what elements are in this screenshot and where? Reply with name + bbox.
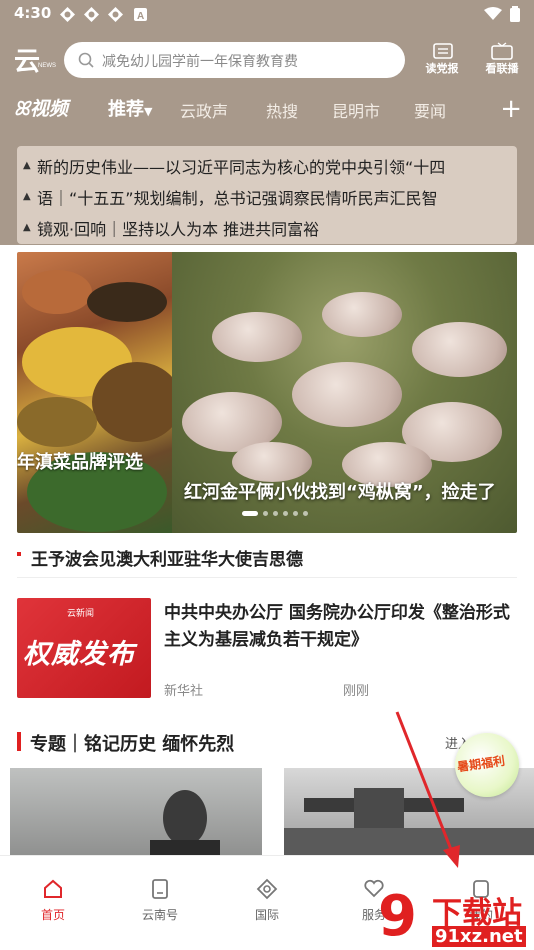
newspaper-icon xyxy=(433,43,453,59)
news-title: 王予波会见澳大利亚驻华大使吉思德 xyxy=(31,550,303,570)
chevron-down-icon: ▼ xyxy=(144,105,153,118)
tab-important-news[interactable]: 要闻 xyxy=(414,98,446,122)
document-icon xyxy=(152,879,168,899)
tv-icon xyxy=(491,42,513,60)
wifi-icon xyxy=(484,7,502,20)
nav-international[interactable]: 国际 xyxy=(227,878,307,923)
carousel-slide-food[interactable]: 年滇菜品牌评选 xyxy=(17,252,182,533)
tab-hot-search[interactable]: 热搜 xyxy=(266,98,298,122)
flame-icon: ▲ xyxy=(23,191,31,202)
add-channel-icon[interactable]: + xyxy=(500,96,522,122)
image-carousel[interactable]: 年滇菜品牌评选 红河金平俩小伙找到“鸡枞窝”，捡走了 xyxy=(17,252,517,533)
article-title: 中共中央办公厅 国务院办公厅印发《整治形式主义为基层减负若干规定》 xyxy=(164,603,510,650)
article-time: 刚刚 xyxy=(343,684,370,699)
food-image xyxy=(17,270,182,532)
app-notification-icon: A xyxy=(134,7,149,22)
tab-yunzhengsheng[interactable]: 云政声 xyxy=(180,98,228,122)
watch-broadcast-button[interactable]: 看联播 xyxy=(480,42,524,80)
watermark: 9 下载站 91xz.net xyxy=(378,888,534,950)
topic-section-header: 专题｜铭记历史 缅怀先烈 进入 xyxy=(17,728,517,756)
topic-bar xyxy=(17,732,21,751)
notification-icon xyxy=(108,7,123,22)
promo-badge[interactable]: 暑期福利 xyxy=(455,733,519,797)
nav-yunnan-account[interactable]: 云南号 xyxy=(120,878,200,923)
flame-icon: ▲ xyxy=(23,222,31,233)
notification-icon xyxy=(84,7,99,22)
portrait-image xyxy=(150,790,220,858)
carousel-indicator xyxy=(242,511,308,516)
headline-item[interactable]: ▲ 语｜“十五五”规划编制，总书记强调察民情听民声汇民智 xyxy=(17,181,517,212)
svg-text:A: A xyxy=(137,11,144,21)
app-logo[interactable]: 云 NEWS xyxy=(14,44,56,80)
article-thumbnail: 云新闻 权威发布 xyxy=(17,598,151,698)
nav-home[interactable]: 首页 xyxy=(13,878,93,923)
home-icon xyxy=(44,879,62,898)
search-placeholder: 减免幼儿园学前一年保育教育费 xyxy=(102,54,298,70)
app-header: 云 NEWS 减免幼儿园学前一年保育教育费 读党报 看联播 xyxy=(0,40,534,84)
carousel-caption-main: 红河金平俩小伙找到“鸡枞窝”，捡走了 xyxy=(184,482,496,503)
carousel-slide-mushroom[interactable]: 红河金平俩小伙找到“鸡枞窝”，捡走了 xyxy=(172,252,517,533)
topic-title: 专题｜铭记历史 缅怀先烈 xyxy=(30,734,235,755)
status-right xyxy=(484,6,520,22)
tab-recommend[interactable]: 推荐▼ xyxy=(108,95,152,121)
channel-tabs: ꕤ视频 推荐▼ 云政声 热搜 昆明市 要闻 + xyxy=(0,94,534,126)
tab-video[interactable]: ꕤ视频 xyxy=(14,94,68,121)
headline-list: ▲ 新的历史伟业——以习近平同志为核心的党中央引领“十四 ▲ 语｜“十五五”规划编制… xyxy=(17,146,517,244)
status-bar: 4:30 A xyxy=(0,0,534,28)
search-icon xyxy=(78,52,94,68)
globe-icon xyxy=(256,878,278,900)
search-input[interactable]: 减免幼儿园学前一年保育教育费 xyxy=(64,42,405,78)
news-item[interactable]: 王予波会见澳大利亚驻华大使吉思德 xyxy=(17,540,517,578)
read-party-paper-button[interactable]: 读党报 xyxy=(420,42,464,80)
status-time: 4:30 xyxy=(14,4,52,22)
top-header-area: 4:30 A 云 NEWS 减免幼儿园学前一年保育教育费 读党报 看联播 ꕤ视频 … xyxy=(0,0,534,245)
battery-icon xyxy=(510,6,520,22)
news-bullet xyxy=(17,552,21,556)
headline-item[interactable]: ▲ 镜观·回响｜坚持以人为本 推进共同富裕 xyxy=(17,212,517,243)
headline-item[interactable]: ▲ 新的历史伟业——以习近平同志为核心的党中央引领“十四 xyxy=(17,150,517,181)
flame-icon: ▲ xyxy=(23,160,31,171)
carousel-caption-left: 年滇菜品牌评选 xyxy=(17,452,143,473)
notification-icon xyxy=(60,7,75,22)
watermark-logo: 9 xyxy=(378,884,417,949)
topic-photo-portrait[interactable] xyxy=(10,768,262,858)
article-card[interactable]: 云新闻 权威发布 中共中央办公厅 国务院办公厅印发《整治形式主义为基层减负若干规… xyxy=(17,598,517,710)
article-source: 新华社 xyxy=(164,684,204,699)
tab-kunming[interactable]: 昆明市 xyxy=(332,98,380,122)
